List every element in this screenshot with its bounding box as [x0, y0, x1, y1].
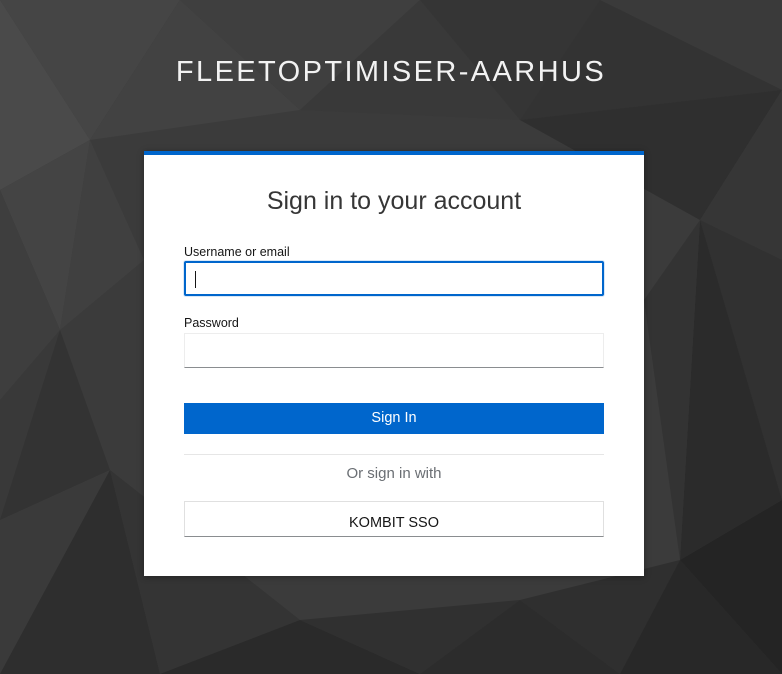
- username-label: Username or email: [184, 245, 290, 259]
- login-title: Sign in to your account: [266, 187, 522, 215]
- login-card: Sign in to your account Username or emai…: [144, 151, 644, 576]
- password-field[interactable]: [184, 333, 604, 368]
- username-field[interactable]: [184, 261, 604, 296]
- kombit-sso-button[interactable]: KOMBIT SSO: [184, 501, 604, 537]
- divider: [184, 454, 604, 455]
- realm-title: FLEETOPTIMISER-AARHUS: [175, 56, 607, 88]
- text-caret: [195, 271, 196, 288]
- password-label: Password: [184, 316, 239, 330]
- or-sign-in-with-label: Or sign in with: [346, 465, 442, 482]
- sign-in-button[interactable]: Sign In: [184, 403, 604, 434]
